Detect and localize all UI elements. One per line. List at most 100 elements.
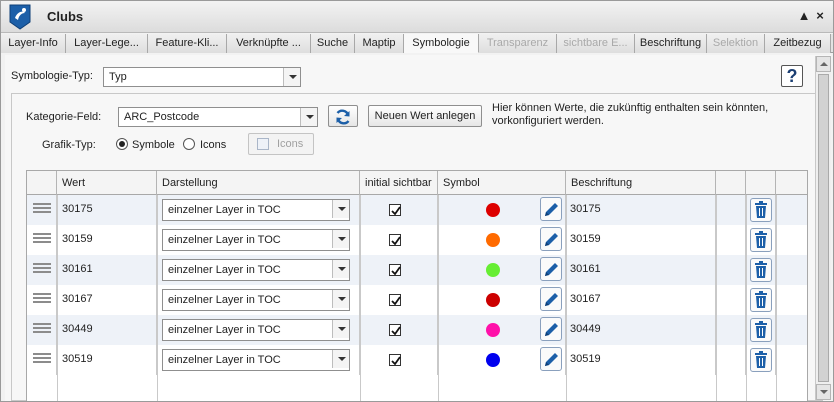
header-wert[interactable]: Wert: [57, 171, 157, 195]
column-divider: [776, 195, 777, 401]
delete-row-button[interactable]: [750, 228, 772, 252]
initial-visible-checkbox[interactable]: [389, 204, 401, 216]
edit-symbol-button[interactable]: [540, 227, 562, 251]
chevron-down-icon: [332, 200, 349, 218]
drag-handle-icon[interactable]: [33, 323, 51, 335]
header-beschriftung[interactable]: Beschriftung: [566, 171, 716, 195]
wert-value: 30449: [62, 323, 93, 335]
delete-column-header: [746, 171, 776, 195]
visible-cell: [360, 285, 438, 315]
edit-symbol-button[interactable]: [540, 287, 562, 311]
new-value-hint: Hier können Werte, die zukünftig enthalt…: [492, 102, 769, 127]
scroll-down-button[interactable]: [816, 384, 831, 400]
collapse-button[interactable]: ▲: [797, 8, 811, 24]
symbol-dot: [486, 293, 500, 307]
table-row: 30167 einzelner Layer in TOC 30167: [27, 285, 807, 315]
edit-symbol-button[interactable]: [540, 197, 562, 221]
darstellung-cell: einzelner Layer in TOC: [157, 315, 360, 345]
vertical-scrollbar[interactable]: [815, 56, 831, 400]
scroll-thumb[interactable]: [818, 74, 829, 382]
initial-visible-checkbox[interactable]: [389, 324, 401, 336]
chevron-down-icon: [332, 350, 349, 368]
symbol-cell: [438, 225, 566, 255]
delete-row-button[interactable]: [750, 288, 772, 312]
trash-icon: [755, 291, 767, 308]
tab-4[interactable]: Suche: [311, 34, 355, 53]
drag-cell: [27, 285, 57, 315]
delete-row-button[interactable]: [750, 198, 772, 222]
new-value-button[interactable]: Neuen Wert anlegen: [368, 105, 482, 127]
symbol-dot: [486, 353, 500, 367]
initial-visible-checkbox[interactable]: [389, 264, 401, 276]
wert-value: 30161: [62, 263, 93, 275]
symbol-cell: [438, 255, 566, 285]
chevron-down-icon: [300, 108, 317, 126]
tab-6[interactable]: Symbologie: [404, 34, 479, 53]
initial-visible-checkbox[interactable]: [389, 234, 401, 246]
delete-row-button[interactable]: [750, 348, 772, 372]
drag-handle-icon[interactable]: [33, 203, 51, 215]
extra-cell: [716, 195, 746, 225]
wert-cell: 30159: [57, 225, 157, 255]
darstellung-select[interactable]: einzelner Layer in TOC: [162, 199, 350, 221]
tab-3[interactable]: Verknüpfte ...: [227, 34, 311, 53]
tab-11[interactable]: Zeitbezug: [765, 34, 831, 53]
tab-bar: Layer-Info Layer-Lege... Feature-Kli... Ver…: [1, 34, 833, 53]
darstellung-select[interactable]: einzelner Layer in TOC: [162, 289, 350, 311]
pencil-icon: [545, 293, 558, 306]
visible-cell: [360, 225, 438, 255]
radio-icons[interactable]: [183, 138, 195, 150]
close-button[interactable]: ×: [813, 8, 827, 24]
initial-visible-checkbox[interactable]: [389, 354, 401, 366]
darstellung-cell: einzelner Layer in TOC: [157, 255, 360, 285]
edit-symbol-button[interactable]: [540, 257, 562, 281]
edit-symbol-button[interactable]: [540, 347, 562, 371]
trash-icon: [755, 201, 767, 218]
drag-handle-icon[interactable]: [33, 233, 51, 245]
drag-handle-icon[interactable]: [33, 263, 51, 275]
tab-2[interactable]: Feature-Kli...: [148, 34, 227, 53]
darstellung-select[interactable]: einzelner Layer in TOC: [162, 259, 350, 281]
edit-symbol-button[interactable]: [540, 317, 562, 341]
scroll-up-button[interactable]: [816, 56, 831, 72]
category-panel: Kategorie-Feld: ARC_Postcode Neuen Wert …: [11, 93, 823, 401]
column-divider: [360, 195, 361, 401]
symbol-cell: [438, 345, 566, 375]
beschriftung-cell: 30159: [566, 225, 716, 255]
tab-5[interactable]: Maptip: [355, 34, 404, 53]
tab-9[interactable]: Beschriftung: [635, 34, 707, 53]
icons-button[interactable]: Icons: [248, 133, 314, 155]
darstellung-select[interactable]: einzelner Layer in TOC: [162, 229, 350, 251]
wert-value: 30519: [62, 353, 93, 365]
category-field-select[interactable]: ARC_Postcode: [118, 107, 318, 127]
radio-symbols[interactable]: [116, 138, 128, 150]
header-symbol[interactable]: Symbol: [438, 171, 566, 195]
symbology-type-select[interactable]: Typ: [103, 67, 301, 87]
table-row: 30159 einzelner Layer in TOC 30159: [27, 225, 807, 255]
header-initial-sichtbar[interactable]: initial sichtbar: [360, 171, 438, 195]
clubs-window: Clubs ▲ × Layer-Info Layer-Lege... Feature…: [0, 0, 834, 402]
delete-cell: [746, 345, 776, 375]
beschriftung-value: 30159: [570, 233, 601, 245]
header-darstellung[interactable]: Darstellung: [157, 171, 360, 195]
help-button[interactable]: ?: [781, 65, 803, 87]
drag-cell: [27, 225, 57, 255]
check-icon: [391, 236, 401, 246]
darstellung-select[interactable]: einzelner Layer in TOC: [162, 319, 350, 341]
tab-1[interactable]: Layer-Lege...: [66, 34, 148, 53]
drag-handle-icon[interactable]: [33, 353, 51, 365]
delete-row-button[interactable]: [750, 318, 772, 342]
chevron-down-icon: [332, 320, 349, 338]
initial-visible-checkbox[interactable]: [389, 294, 401, 306]
delete-row-button[interactable]: [750, 258, 772, 282]
tab-0[interactable]: Layer-Info: [1, 34, 66, 53]
wert-cell: 30519: [57, 345, 157, 375]
darstellung-select[interactable]: einzelner Layer in TOC: [162, 349, 350, 371]
refresh-button[interactable]: [328, 105, 358, 127]
check-icon: [391, 296, 401, 306]
table-header: Wert Darstellung initial sichtbar Symbol…: [27, 171, 807, 195]
drag-handle-icon[interactable]: [33, 293, 51, 305]
tab-7: Transparenz: [479, 34, 557, 53]
wert-cell: 30449: [57, 315, 157, 345]
trash-icon: [755, 231, 767, 248]
